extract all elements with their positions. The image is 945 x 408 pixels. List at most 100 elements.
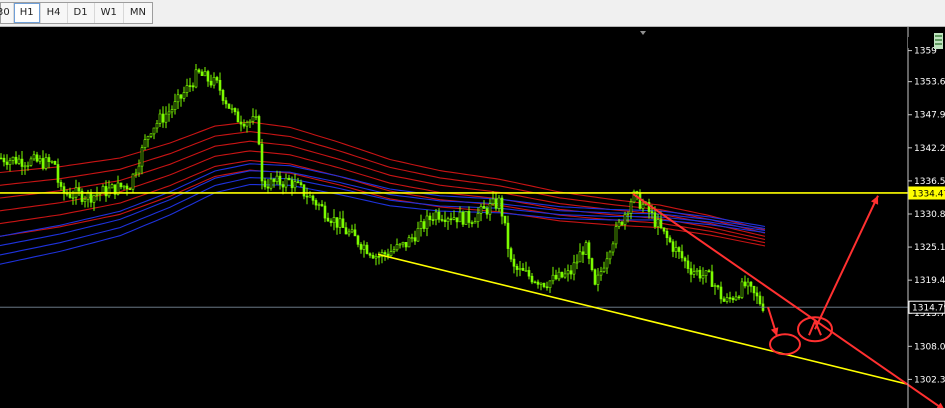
candle-body [386, 253, 390, 257]
candle-body [335, 217, 339, 228]
price-tick-label: 1325.15 [914, 243, 945, 253]
candle-body [407, 237, 411, 248]
candle-body [275, 175, 279, 183]
candle-body [608, 251, 612, 260]
candle-body [248, 120, 252, 123]
highlight-circle[interactable] [769, 333, 801, 356]
candle-body [26, 165, 30, 167]
candle-body [752, 285, 756, 294]
timeframe-button-d1[interactable]: D1 [68, 3, 95, 23]
breakout-arrow[interactable] [814, 195, 879, 330]
candle-body [383, 252, 387, 255]
candle-body [50, 161, 54, 163]
candle-body [533, 281, 537, 284]
candle-body [491, 198, 495, 204]
candle-body [47, 157, 51, 162]
candle-body [410, 237, 414, 239]
candle-body [599, 271, 603, 276]
candle-body [758, 295, 762, 305]
terminal-window: 30 H1 H4 D1 W1 MN 1359 1353.65 1347.95 1342… [0, 0, 945, 408]
candle-body [221, 90, 225, 101]
timeframe-button-m30[interactable]: 30 [0, 3, 14, 23]
candle-body [674, 247, 678, 252]
candle-body [278, 175, 282, 185]
candle-body [35, 154, 39, 162]
candle-body [515, 265, 519, 270]
candle-body [392, 249, 396, 252]
candle-body [575, 261, 579, 264]
candle-body [473, 221, 477, 224]
candle-body [170, 109, 174, 113]
candle-body [299, 182, 303, 186]
candle-body [41, 158, 45, 169]
downtrend-arrow[interactable] [632, 193, 945, 408]
candle-body [740, 281, 744, 298]
timeframe-button-mn[interactable]: MN [124, 3, 152, 23]
candle-body [440, 219, 444, 221]
candle-body [755, 292, 759, 297]
candle-body [719, 286, 723, 300]
candle-body [29, 158, 33, 166]
candle-body [503, 215, 507, 224]
candle-body [158, 113, 162, 124]
candle-body [2, 157, 6, 163]
candle-body [266, 186, 270, 189]
candle-body [695, 269, 699, 273]
candle-body [224, 100, 228, 105]
candle-body [485, 208, 489, 215]
candle-body [734, 296, 738, 301]
candle-body [683, 257, 687, 262]
candle-body [92, 195, 96, 203]
candle-body [464, 211, 468, 225]
scrollbar-widget[interactable] [934, 33, 943, 49]
candle-body [251, 116, 255, 122]
support-trend-line[interactable] [377, 253, 909, 386]
candle-body [677, 247, 681, 252]
trend-lines [0, 192, 909, 386]
candle-body [176, 94, 180, 103]
candle-body [104, 186, 108, 197]
chart-shift-marker[interactable] [640, 31, 646, 35]
candle-body [572, 262, 576, 275]
candle-body [146, 136, 150, 140]
candle-body [326, 217, 330, 222]
candle-body [227, 103, 231, 109]
candle-body [182, 92, 186, 99]
candle-body [542, 282, 546, 288]
candle-body [119, 182, 123, 188]
candle-body [0, 157, 3, 160]
candle-body [656, 219, 660, 227]
candle-body [131, 173, 135, 190]
candle-body [563, 273, 567, 278]
candle-body [422, 221, 426, 229]
candle-body [161, 113, 165, 123]
candle-body [143, 139, 147, 148]
timeframe-button-h1[interactable]: H1 [13, 3, 41, 23]
candle-body [185, 85, 189, 93]
candle-body [296, 181, 300, 183]
candle-body [20, 158, 24, 167]
candle-body [551, 274, 555, 282]
timeframe-button-w1[interactable]: W1 [95, 3, 124, 23]
candle-body [566, 270, 570, 275]
candle-body [494, 198, 498, 209]
candle-body [602, 267, 606, 272]
candle-body [590, 258, 594, 270]
candle-body [83, 198, 87, 202]
candle-body [347, 231, 351, 235]
candle-body [419, 221, 423, 229]
candle-body [356, 235, 360, 245]
candle-body [641, 204, 645, 209]
candle-body [293, 181, 297, 189]
candle-body [434, 211, 438, 221]
candle-body [320, 204, 324, 207]
candle-body [722, 298, 726, 302]
timeframe-button-h4[interactable]: H4 [41, 3, 68, 23]
candle-body [578, 251, 582, 263]
candle-body [200, 71, 204, 77]
candle-body [638, 192, 642, 209]
candle-body [665, 230, 669, 238]
candle-body [314, 200, 318, 206]
price-chart[interactable]: 1359 1353.65 1347.95 1342.25 1336.55 1330.85 1… [0, 27, 945, 408]
candle-body [605, 258, 609, 269]
